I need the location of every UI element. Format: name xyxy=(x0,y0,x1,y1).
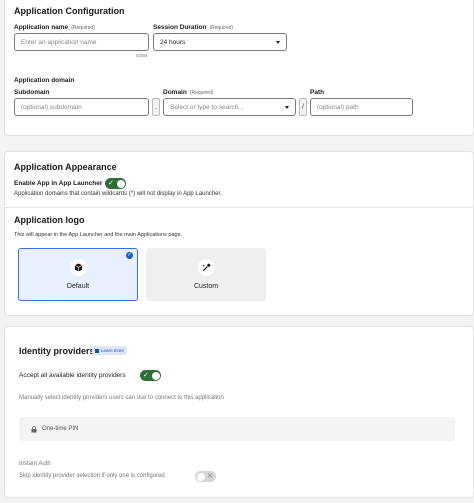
toggle-knob xyxy=(151,371,160,380)
subdomain-input[interactable]: (optional) subdomain xyxy=(14,98,149,116)
chevron-down-icon xyxy=(276,41,280,44)
idp-label: One-time PIN xyxy=(42,426,79,432)
app-name-counter: 0/350 xyxy=(136,53,148,58)
app-config-card: Application Configuration Application na… xyxy=(4,0,474,136)
app-name-placeholder: Enter an application name xyxy=(21,38,97,46)
cube-icon xyxy=(69,259,87,276)
check-icon: ✓ xyxy=(143,372,149,379)
domain-label: Domain (Required) xyxy=(163,89,214,96)
app-config-title: Application Configuration xyxy=(14,6,125,16)
accept-all-label: Accept all available identity providers xyxy=(19,372,126,379)
selected-check-icon: ✓ xyxy=(126,252,133,259)
learn-more-link[interactable]: Learn more xyxy=(92,346,128,355)
domain-select[interactable]: Select or type to search... xyxy=(163,98,296,116)
app-name-input[interactable]: Enter an application name xyxy=(14,33,149,51)
identity-providers-card: Identity providers Learn more Accept all… xyxy=(4,326,474,498)
launcher-toggle-label: Enable App in App Launcher xyxy=(14,180,103,187)
manual-select-note: Manually select identity providers users… xyxy=(19,395,224,401)
app-logo-note: This will appear in the App Launcher and… xyxy=(14,232,183,238)
app-domain-section-label: Application domain xyxy=(14,77,75,84)
app-appearance-card: Application Appearance Enable App in App… xyxy=(4,151,474,316)
logo-option-label: Default xyxy=(66,283,90,290)
launcher-toggle[interactable]: ✓ xyxy=(105,178,126,189)
slash-separator: / xyxy=(299,98,307,116)
instant-auth-toggle[interactable]: ✕ xyxy=(195,471,216,482)
app-appearance-title: Application Appearance xyxy=(14,162,117,172)
path-label: Path xyxy=(310,89,325,96)
pin-icon xyxy=(31,425,37,432)
wildcard-note: Application domains that contain wildcar… xyxy=(14,191,222,197)
instant-auth-label: Instant Auth xyxy=(19,461,51,467)
check-icon: ✓ xyxy=(108,180,114,187)
identity-providers-title: Identity providers xyxy=(19,346,95,356)
subdomain-placeholder: (optional) subdomain xyxy=(21,103,82,111)
instant-auth-note: Skip identity provider selection if only… xyxy=(19,473,165,479)
app-logo-title: Application logo xyxy=(14,215,85,225)
learn-more-label: Learn more xyxy=(101,348,125,353)
logo-option-default[interactable]: ✓ Default xyxy=(18,248,138,301)
chevron-down-icon xyxy=(285,106,289,109)
toggle-knob xyxy=(116,179,125,188)
session-duration-value: 24 hours xyxy=(160,38,186,46)
accept-all-toggle[interactable]: ✓ xyxy=(140,370,161,381)
path-placeholder: (optional) path xyxy=(317,103,359,111)
logo-option-label: Custom xyxy=(193,283,219,290)
eyedropper-icon xyxy=(197,259,215,276)
subdomain-label: Subdomain xyxy=(14,89,50,96)
path-input[interactable]: (optional) path xyxy=(310,98,413,116)
dot-separator: . xyxy=(152,98,160,116)
logo-option-custom[interactable]: Custom xyxy=(146,248,266,301)
close-icon: ✕ xyxy=(207,473,213,480)
appearance-divider xyxy=(5,207,473,208)
book-icon xyxy=(95,348,99,353)
toggle-knob xyxy=(196,472,205,481)
idp-one-time-pin[interactable]: One-time PIN xyxy=(19,417,455,441)
session-duration-select[interactable]: 24 hours xyxy=(153,33,287,51)
session-duration-label: Session Duration (Required) xyxy=(153,24,234,31)
app-name-label: Application name (Required) xyxy=(14,24,95,31)
domain-placeholder: Select or type to search... xyxy=(170,103,244,111)
